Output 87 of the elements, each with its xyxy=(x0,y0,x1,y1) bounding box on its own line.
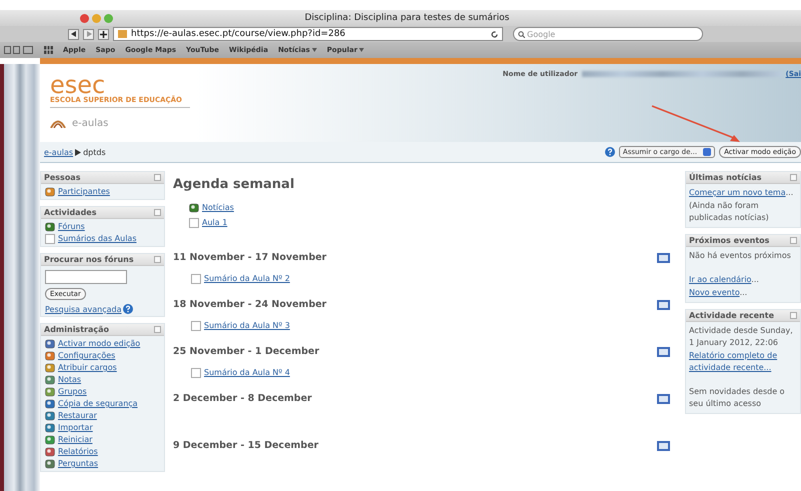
highlight-toggle-icon[interactable] xyxy=(657,440,670,450)
plus-icon xyxy=(100,30,107,38)
week-title: 9 December - 15 December xyxy=(173,440,318,451)
block-title: Procurar nos fóruns xyxy=(44,255,134,264)
page-icon xyxy=(191,274,201,284)
collapse-button[interactable] xyxy=(154,326,161,333)
section-heading: Agenda semanal xyxy=(173,177,296,192)
logo-text: esec xyxy=(50,74,106,96)
caret-icon xyxy=(312,48,317,52)
ellipsis-text: ... xyxy=(751,275,759,284)
sidebar-link[interactable]: Relatórios xyxy=(58,447,98,456)
help-icon[interactable] xyxy=(122,304,133,314)
sidebar-link[interactable]: Configurações xyxy=(58,351,116,360)
collapse-button[interactable] xyxy=(154,174,161,181)
collapse-button[interactable] xyxy=(790,312,797,319)
breadcrumb-link[interactable]: e-aulas xyxy=(44,148,74,156)
block-title: Últimas notícias xyxy=(689,173,762,182)
collapse-button[interactable] xyxy=(154,209,161,216)
ellipsis-text: ... xyxy=(786,188,794,197)
highlight-toggle-icon[interactable] xyxy=(657,346,670,356)
address-field[interactable]: https://e-aulas.esec.pt/course/view.php?id=286 xyxy=(113,27,503,41)
block-title: Pessoas xyxy=(44,173,80,182)
sidebar-link[interactable]: Perguntas xyxy=(58,459,98,468)
page-icon xyxy=(191,368,201,378)
sidebar-link[interactable]: Atribuir cargos xyxy=(58,363,117,372)
window-title: Disciplina: Disciplina para testes de sumários xyxy=(304,13,510,23)
collapse-button[interactable] xyxy=(154,256,161,263)
site-icon xyxy=(118,30,127,38)
highlight-toggle-icon[interactable] xyxy=(657,394,670,404)
triangle-icon xyxy=(86,31,92,37)
highlight-toggle-icon[interactable] xyxy=(657,300,670,310)
week-title: 2 December - 8 December xyxy=(173,393,312,404)
close-button[interactable] xyxy=(80,14,89,22)
breadcrumb-current: dptds xyxy=(83,148,106,156)
bookmarks-icon[interactable] xyxy=(4,46,34,54)
activity-link[interactable]: Aula 1 xyxy=(202,218,228,227)
page-icon xyxy=(191,320,201,330)
activity-link[interactable]: Sumário da Aula Nº 4 xyxy=(204,368,290,377)
sidebar-link[interactable]: Cópia de segurança xyxy=(58,399,138,408)
activity-link[interactable]: Sumário da Aula Nº 3 xyxy=(204,321,290,330)
collapse-button[interactable] xyxy=(790,237,797,244)
advanced-search-link[interactable]: Pesquisa avançada xyxy=(45,304,122,314)
zoom-button[interactable] xyxy=(104,14,113,22)
week-title: 25 November - 1 December xyxy=(173,346,320,357)
caret-icon xyxy=(359,48,364,52)
block-text: (Ainda não foram publicadas notícias) xyxy=(689,200,770,224)
search-input[interactable] xyxy=(45,270,127,284)
sidebar-link[interactable]: Restaurar xyxy=(58,411,97,420)
week-title: 11 November - 17 November xyxy=(173,252,326,263)
forward-button[interactable] xyxy=(83,28,94,40)
search-icon xyxy=(518,30,525,38)
ellipsis-text: ... xyxy=(740,288,748,297)
activity-link[interactable]: Sumário da Aula Nº 2 xyxy=(204,274,290,283)
triangle-icon xyxy=(75,148,82,156)
block-title: Actividade recente xyxy=(689,311,774,320)
sidebar-link[interactable]: Grupos xyxy=(58,387,87,396)
block-text: Não há eventos próximos xyxy=(689,250,792,262)
block-title: Próximos eventos xyxy=(689,236,770,245)
grid-icon[interactable] xyxy=(44,46,53,54)
sidebar-link[interactable]: Importar xyxy=(58,423,93,432)
sidebar-link[interactable]: Notas xyxy=(58,375,82,384)
triangle-icon xyxy=(70,31,76,37)
page-icon xyxy=(45,234,55,244)
block-link[interactable]: Novo evento xyxy=(689,288,740,297)
block-link[interactable]: Começar um novo tema xyxy=(689,188,786,197)
add-bookmark-button[interactable] xyxy=(98,28,109,40)
page-icon xyxy=(189,218,199,228)
highlight-toggle-icon[interactable] xyxy=(657,252,670,262)
block-title: Administração xyxy=(44,325,109,334)
block-text: Actividade desde Sunday, 1 January 2012, 22:06 xyxy=(689,325,794,349)
back-button[interactable] xyxy=(68,28,79,40)
sidebar-link[interactable]: Sumários das Aulas xyxy=(58,234,136,243)
collapse-button[interactable] xyxy=(790,174,797,181)
reload-icon[interactable] xyxy=(491,30,498,38)
help-icon[interactable] xyxy=(604,147,615,157)
block-link[interactable]: Ir ao calendário xyxy=(689,275,752,284)
block-link[interactable]: Relatório completo de actividade recente... xyxy=(689,350,797,374)
site-name: e-aulas xyxy=(72,118,108,129)
sidebar-link[interactable]: Fóruns xyxy=(58,222,85,231)
block-title: Actividades xyxy=(44,208,96,217)
block-text: Sem novidades desde o seu último acesso xyxy=(689,386,786,410)
sidebar-link[interactable]: Participantes xyxy=(58,187,110,196)
arch-icon xyxy=(50,119,66,128)
sidebar-link[interactable]: Reiniciar xyxy=(58,435,92,444)
activity-link[interactable]: Notícias xyxy=(202,203,234,212)
week-title: 18 November - 24 November xyxy=(173,299,326,310)
sidebar-link[interactable]: Activar modo edição xyxy=(58,339,140,348)
